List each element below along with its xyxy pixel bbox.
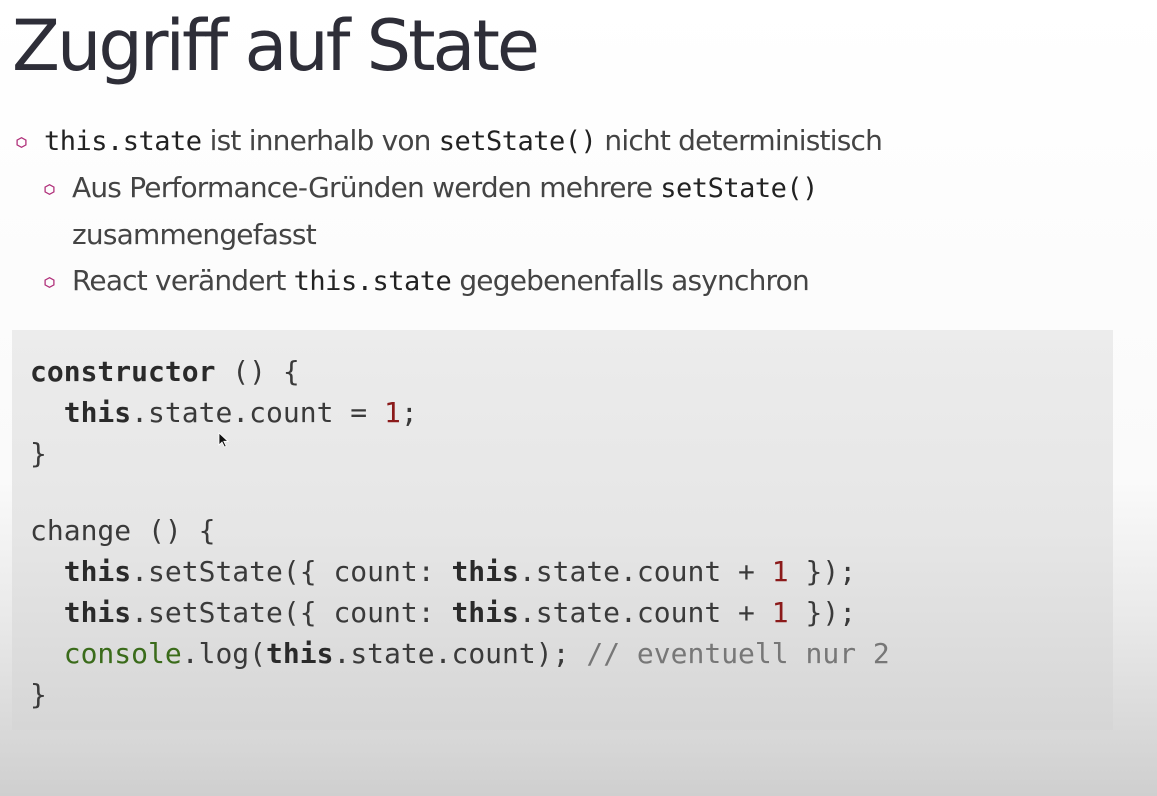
bullet-text: zusammengefasst	[72, 218, 317, 251]
code-line: this.setState({ count: this.state.count …	[30, 551, 1095, 592]
code-number: 1	[384, 396, 401, 429]
code-text: });	[788, 555, 857, 588]
code-number: 1	[771, 596, 789, 629]
sub-bullet-item: Aus Performance-Gründen werden mehrere s…	[42, 165, 1134, 258]
code-block: constructor () { this.state.count = 1; }…	[12, 330, 1113, 730]
code-text: .state.count +	[518, 555, 772, 588]
code-text: change () {	[30, 514, 216, 547]
mouse-pointer-icon	[218, 432, 230, 452]
slide-title: Zugriff auf State	[12, 5, 540, 87]
code-line: constructor () {	[30, 351, 1095, 392]
code-comment: // eventuell nur 2	[586, 637, 890, 670]
inline-code: setState()	[660, 173, 818, 204]
inline-code: setState()	[438, 126, 597, 157]
bullet-list: this.state ist innerhalb von setState() …	[14, 118, 1134, 305]
code-line: this.setState({ count: this.state.count …	[30, 592, 1095, 633]
code-text: .setState({ count:	[131, 555, 452, 588]
code-text: .setState({ count:	[131, 596, 452, 629]
code-line: }	[30, 674, 1095, 715]
bullet-text: Aus Performance-Gründen werden mehrere	[72, 171, 661, 204]
code-builtin: console	[63, 637, 182, 670]
code-keyword: this	[63, 396, 132, 429]
hexagon-bullet-icon	[44, 184, 55, 195]
code-text: }	[30, 437, 47, 470]
code-keyword: this	[451, 555, 519, 588]
code-line: console.log(this.state.count); // eventu…	[30, 633, 1095, 674]
code-text: .state.count);	[333, 637, 587, 670]
bullet-text: nicht deterministisch	[596, 124, 883, 157]
hexagon-bullet-icon	[44, 277, 55, 288]
bullet-item: this.state ist innerhalb von setState() …	[14, 118, 1134, 165]
code-keyword: this	[266, 637, 334, 670]
bullet-text: React verändert	[72, 264, 294, 297]
bullet-text: ist innerhalb von	[201, 124, 439, 157]
code-line: }	[30, 433, 1095, 474]
code-keyword: this	[451, 596, 519, 629]
code-number: 1	[771, 555, 789, 588]
code-text: ;	[400, 396, 418, 429]
code-line: this.state.count = 1;	[30, 392, 1095, 433]
code-text: }	[30, 678, 47, 711]
code-text: .log(	[181, 637, 267, 670]
code-text: () {	[215, 355, 300, 388]
hexagon-bullet-icon	[16, 137, 27, 148]
inline-code: this.state	[293, 266, 452, 297]
code-keyword: constructor	[30, 355, 216, 388]
code-text: });	[788, 596, 857, 629]
inline-code: this.state	[44, 126, 202, 157]
code-keyword: this	[63, 555, 132, 588]
code-text: .state.count =	[131, 396, 385, 429]
bullet-text: gegebenenfalls asynchron	[451, 264, 809, 297]
code-text: .state.count +	[518, 596, 772, 629]
sub-bullet-item: React verändert this.state gegebenenfall…	[42, 258, 1134, 305]
code-keyword: this	[63, 596, 132, 629]
code-line: change () {	[30, 510, 1095, 551]
